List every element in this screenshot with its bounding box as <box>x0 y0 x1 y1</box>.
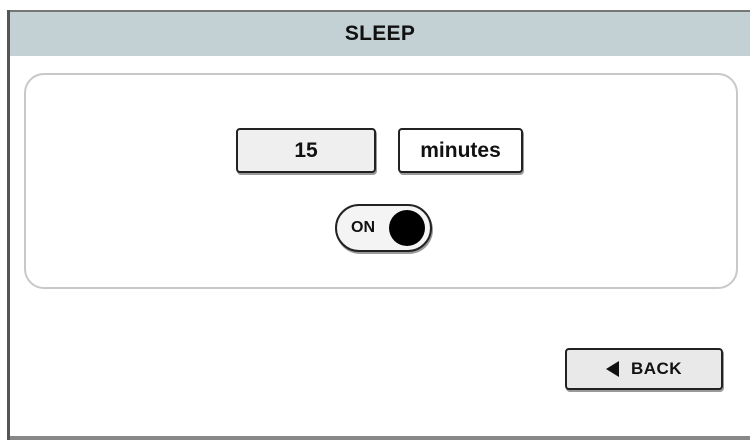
page-title: SLEEP <box>344 22 416 45</box>
back-arrow-icon <box>605 361 619 377</box>
window-bottom-edge <box>10 436 750 440</box>
back-button-label: BACK <box>630 359 683 378</box>
duration-unit-selector[interactable]: minutes <box>398 128 523 173</box>
toggle-knob <box>389 210 425 246</box>
sleep-duration-field[interactable]: 15 <box>236 128 376 173</box>
back-button[interactable]: BACK <box>565 348 723 390</box>
sleep-settings-panel <box>24 73 738 289</box>
toggle-state-label: ON <box>351 219 375 236</box>
window-left-edge <box>0 10 10 440</box>
sleep-toggle[interactable]: ON <box>335 204 432 252</box>
title-bar: SLEEP <box>10 12 750 56</box>
window-top-edge <box>0 0 750 12</box>
